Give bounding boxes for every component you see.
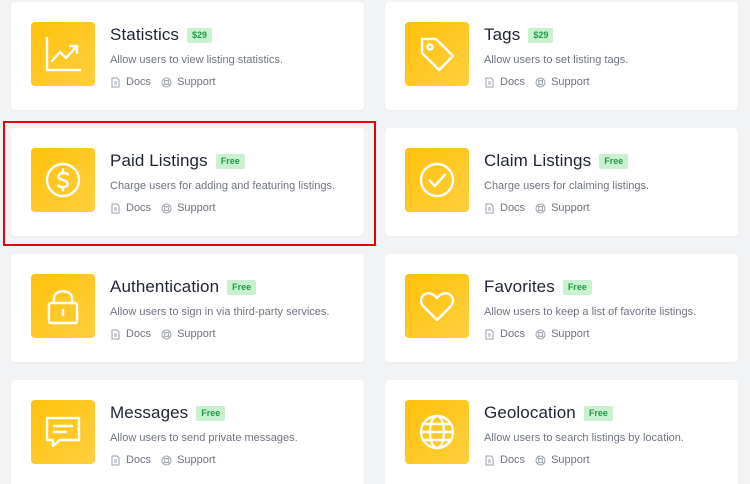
document-icon bbox=[485, 203, 494, 213]
message-icon bbox=[31, 400, 95, 464]
card-title[interactable]: Messages bbox=[110, 403, 188, 423]
price-badge: Free bbox=[227, 279, 257, 295]
docs-link[interactable]: Docs bbox=[484, 328, 525, 340]
support-link[interactable]: Support bbox=[535, 76, 590, 88]
docs-link[interactable]: Docs bbox=[484, 76, 525, 88]
lock-icon bbox=[31, 274, 95, 338]
docs-label: Docs bbox=[126, 328, 152, 340]
extension-card-tags: Tags $29 Allow users to set listing tags… bbox=[385, 2, 738, 110]
heart-icon bbox=[405, 274, 469, 338]
card-description: Allow users to search listings by locati… bbox=[484, 432, 684, 444]
card-description: Allow users to keep a list of favorite l… bbox=[484, 306, 697, 318]
support-link[interactable]: Support bbox=[535, 202, 590, 214]
support-label: Support bbox=[177, 76, 216, 88]
support-link[interactable]: Support bbox=[161, 454, 216, 466]
docs-label: Docs bbox=[126, 202, 152, 214]
docs-label: Docs bbox=[500, 454, 526, 466]
docs-link[interactable]: Docs bbox=[110, 202, 151, 214]
support-link[interactable]: Support bbox=[161, 202, 216, 214]
document-icon bbox=[485, 77, 494, 87]
extension-card-claim-listings: Claim Listings Free Charge users for cla… bbox=[385, 128, 738, 236]
lifebuoy-icon bbox=[161, 77, 172, 87]
price-badge: Free bbox=[215, 153, 245, 169]
tag-icon bbox=[405, 22, 469, 86]
card-title[interactable]: Claim Listings bbox=[484, 151, 591, 171]
card-title[interactable]: Tags bbox=[484, 25, 520, 45]
document-icon bbox=[111, 455, 120, 465]
support-label: Support bbox=[551, 328, 590, 340]
card-description: Allow users to send private messages. bbox=[110, 432, 298, 444]
lifebuoy-icon bbox=[535, 203, 546, 213]
lifebuoy-icon bbox=[535, 329, 546, 339]
lifebuoy-icon bbox=[535, 455, 546, 465]
card-title[interactable]: Paid Listings bbox=[110, 151, 208, 171]
lifebuoy-icon bbox=[161, 455, 172, 465]
docs-label: Docs bbox=[126, 454, 152, 466]
check-circle-icon bbox=[405, 148, 469, 212]
price-badge: Free bbox=[562, 279, 592, 295]
docs-label: Docs bbox=[500, 328, 526, 340]
lifebuoy-icon bbox=[535, 77, 546, 87]
support-label: Support bbox=[551, 76, 590, 88]
extension-card-paid-listings: Paid Listings Free Charge users for addi… bbox=[11, 128, 364, 236]
support-label: Support bbox=[177, 202, 216, 214]
globe-icon bbox=[405, 400, 469, 464]
document-icon bbox=[111, 329, 120, 339]
document-icon bbox=[485, 329, 494, 339]
lifebuoy-icon bbox=[161, 203, 172, 213]
price-badge: Free bbox=[583, 405, 613, 421]
card-description: Charge users for claiming listings. bbox=[484, 180, 650, 192]
docs-link[interactable]: Docs bbox=[484, 202, 525, 214]
card-description: Allow users to set listing tags. bbox=[484, 54, 629, 66]
dollar-icon bbox=[31, 148, 95, 212]
lifebuoy-icon bbox=[161, 329, 172, 339]
support-label: Support bbox=[551, 202, 590, 214]
chart-icon bbox=[31, 22, 95, 86]
docs-label: Docs bbox=[500, 76, 526, 88]
support-label: Support bbox=[177, 328, 216, 340]
support-link[interactable]: Support bbox=[535, 328, 590, 340]
support-label: Support bbox=[177, 454, 216, 466]
support-link[interactable]: Support bbox=[161, 328, 216, 340]
price-badge: Free bbox=[196, 405, 226, 421]
extension-card-favorites: Favorites Free Allow users to keep a lis… bbox=[385, 254, 738, 362]
card-title[interactable]: Favorites bbox=[484, 277, 555, 297]
card-description: Allow users to view listing statistics. bbox=[110, 54, 283, 66]
docs-link[interactable]: Docs bbox=[484, 454, 525, 466]
extension-card-messages: Messages Free Allow users to send privat… bbox=[11, 380, 364, 484]
card-title[interactable]: Geolocation bbox=[484, 403, 576, 423]
card-description: Charge users for adding and featuring li… bbox=[110, 180, 336, 192]
document-icon bbox=[111, 77, 120, 87]
docs-label: Docs bbox=[126, 76, 152, 88]
price-badge: Free bbox=[599, 153, 629, 169]
support-link[interactable]: Support bbox=[161, 76, 216, 88]
extension-card-statistics: Statistics $29 Allow users to view listi… bbox=[11, 2, 364, 110]
support-label: Support bbox=[551, 454, 590, 466]
support-link[interactable]: Support bbox=[535, 454, 590, 466]
docs-label: Docs bbox=[500, 202, 526, 214]
card-title[interactable]: Authentication bbox=[110, 277, 219, 297]
extension-card-authentication: Authentication Free Allow users to sign … bbox=[11, 254, 364, 362]
card-description: Allow users to sign in via third-party s… bbox=[110, 306, 330, 318]
price-badge: $29 bbox=[528, 27, 554, 43]
docs-link[interactable]: Docs bbox=[110, 328, 151, 340]
price-badge: $29 bbox=[187, 27, 213, 43]
extension-card-geolocation: Geolocation Free Allow users to search l… bbox=[385, 380, 738, 484]
document-icon bbox=[485, 455, 494, 465]
document-icon bbox=[111, 203, 120, 213]
card-title[interactable]: Statistics bbox=[110, 25, 179, 45]
docs-link[interactable]: Docs bbox=[110, 76, 151, 88]
docs-link[interactable]: Docs bbox=[110, 454, 151, 466]
